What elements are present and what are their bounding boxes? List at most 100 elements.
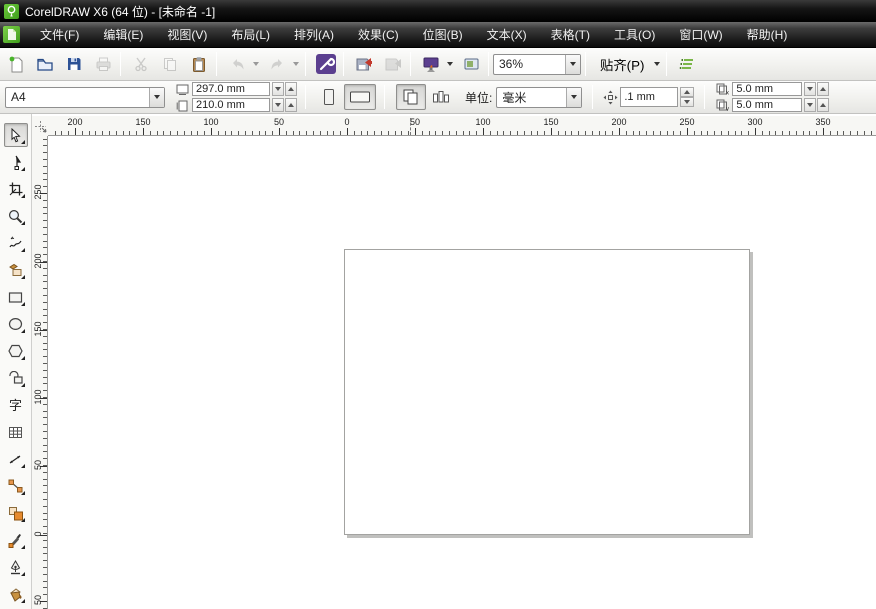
toolbox: 字 (0, 114, 32, 609)
welcome-screen-button[interactable] (458, 51, 484, 77)
menu-arrange[interactable]: 排列(A) (282, 22, 346, 47)
snap-to-button[interactable]: 贴齐(P) (593, 51, 651, 77)
menu-effects[interactable]: 效果(C) (346, 22, 411, 47)
page-width-input[interactable]: 297.0 mm (192, 82, 270, 96)
duplicate-x-decrease-button[interactable] (804, 82, 816, 96)
ruler-tick (43, 370, 47, 371)
color-eyedropper-tool[interactable] (4, 528, 28, 552)
ruler-tick (837, 131, 838, 135)
basic-shapes-tool[interactable] (4, 366, 28, 390)
freehand-tool[interactable] (4, 231, 28, 255)
units-combo[interactable]: 毫米 (496, 87, 582, 108)
ellipse-tool[interactable] (4, 312, 28, 336)
ruler-tick (735, 131, 736, 135)
crop-tool[interactable] (4, 177, 28, 201)
page-height-input[interactable]: 210.0 mm (192, 98, 270, 112)
menu-edit[interactable]: 编辑(E) (91, 22, 155, 47)
new-document-button[interactable] (3, 51, 29, 77)
outline-pen-tool[interactable] (4, 555, 28, 579)
ruler-tick (43, 383, 47, 384)
ruler-tick (272, 131, 273, 135)
menu-table[interactable]: 表格(T) (539, 22, 602, 47)
document-page[interactable] (344, 249, 750, 535)
options-button[interactable] (674, 51, 700, 77)
straight-line-connector-tool[interactable] (4, 474, 28, 498)
nudge-offset-input[interactable]: .1 mm (620, 87, 678, 107)
page-width-decrease-button[interactable] (272, 82, 284, 96)
parallel-dimension-tool[interactable] (4, 447, 28, 471)
ruler-tick (43, 458, 47, 459)
fill-tool[interactable] (4, 582, 28, 606)
menu-text[interactable]: 文本(X) (475, 22, 539, 47)
duplicate-distance-y-input[interactable]: 5.0 mm (732, 98, 802, 112)
document-app-icon (3, 26, 20, 43)
page-width-increase-button[interactable] (285, 82, 297, 96)
units-dropdown-icon[interactable] (566, 88, 581, 107)
search-content-button[interactable] (313, 51, 339, 77)
horizontal-ruler[interactable]: 20015010050050100150200250300350 (48, 116, 876, 136)
work-area[interactable]: 字 (0, 114, 876, 609)
toolbar-separator (488, 52, 489, 76)
text-tool[interactable]: 字 (4, 393, 28, 417)
duplicate-x-increase-button[interactable] (817, 82, 829, 96)
ruler-tick (43, 268, 47, 269)
blend-tool[interactable] (4, 501, 28, 525)
ruler-tick (660, 131, 661, 135)
ruler-tick (43, 526, 47, 527)
ruler-tick (43, 139, 47, 140)
import-button[interactable] (351, 51, 377, 77)
export-button (380, 51, 406, 77)
ruler-tick (150, 131, 151, 135)
zoom-tool[interactable] (4, 204, 28, 228)
pick-tool[interactable] (4, 123, 28, 147)
nudge-increase-button[interactable] (680, 87, 694, 97)
ruler-origin-corner[interactable] (32, 116, 48, 136)
menu-bitmaps[interactable]: 位图(B) (411, 22, 475, 47)
shape-tool[interactable] (4, 150, 28, 174)
menu-window[interactable]: 窗口(W) (667, 22, 734, 47)
ruler-tick (43, 404, 47, 405)
table-tool[interactable] (4, 420, 28, 444)
ruler-tick (381, 131, 382, 135)
snap-to-dropdown[interactable] (651, 51, 662, 77)
menu-view[interactable]: 视图(V) (155, 22, 219, 47)
portrait-orientation-button[interactable] (317, 84, 341, 110)
landscape-orientation-button[interactable] (344, 84, 376, 110)
page-height-decrease-button[interactable] (272, 98, 284, 112)
all-pages-same-size-button[interactable] (396, 84, 426, 110)
current-page-size-button[interactable] (429, 84, 453, 110)
vertical-ruler[interactable]: 25020015010050050 (32, 136, 48, 609)
page-size-dropdown-icon[interactable] (149, 88, 164, 107)
ruler-tick (43, 247, 47, 248)
rectangle-tool[interactable] (4, 285, 28, 309)
ruler-tick (680, 131, 681, 135)
ruler-tick (43, 336, 47, 337)
duplicate-y-decrease-button[interactable] (804, 98, 816, 112)
menu-tools[interactable]: 工具(O) (602, 22, 667, 47)
page-size-combo[interactable]: A4 (5, 87, 165, 108)
duplicate-y-increase-button[interactable] (817, 98, 829, 112)
menu-help[interactable]: 帮助(H) (735, 22, 800, 47)
ruler-tick (43, 451, 47, 452)
ruler-tick (43, 220, 47, 221)
redo-dropdown (290, 51, 301, 77)
application-launcher-dropdown[interactable] (444, 51, 455, 77)
smart-fill-tool[interactable] (4, 258, 28, 282)
ruler-major-tick (347, 128, 348, 135)
save-button[interactable] (61, 51, 87, 77)
undo-dropdown (250, 51, 261, 77)
ruler-tick (843, 131, 844, 135)
ruler-tick (123, 131, 124, 135)
menu-file[interactable]: 文件(F) (28, 22, 91, 47)
page-height-increase-button[interactable] (285, 98, 297, 112)
zoom-levels-dropdown-icon[interactable] (565, 55, 580, 74)
application-launcher-button[interactable] (418, 51, 444, 77)
zoom-levels-combo[interactable]: 36% (493, 54, 581, 75)
polygon-tool[interactable] (4, 339, 28, 363)
paste-button[interactable] (186, 51, 212, 77)
nudge-decrease-button[interactable] (680, 97, 694, 107)
menu-layout[interactable]: 布局(L) (219, 22, 282, 47)
ruler-tick (422, 131, 423, 135)
duplicate-distance-x-input[interactable]: 5.0 mm (732, 82, 802, 96)
open-button[interactable] (32, 51, 58, 77)
